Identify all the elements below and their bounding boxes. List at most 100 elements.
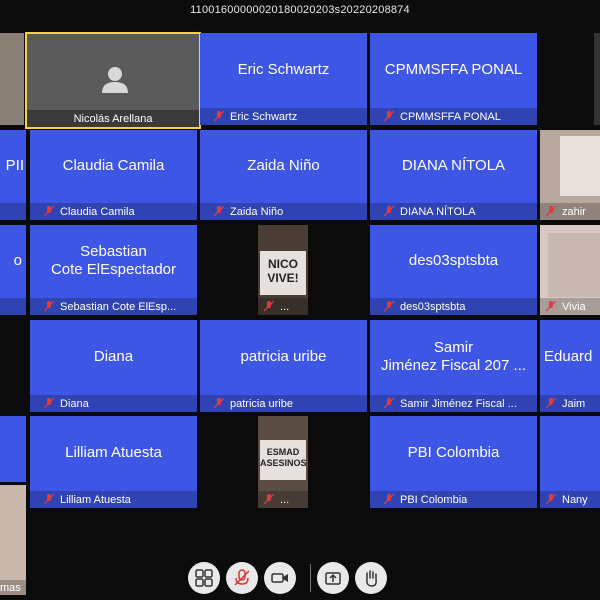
- share-screen-button[interactable]: [317, 562, 349, 594]
- raise-hand-button[interactable]: [355, 562, 387, 594]
- mic-muted-icon: [384, 301, 394, 312]
- participant-label: ...: [280, 493, 290, 506]
- video-tile-sign-esmad[interactable]: ESMAD ASESINOS ...: [258, 416, 308, 508]
- participant-label: PBI Colombia: [400, 493, 468, 506]
- video-tile-nany[interactable]: Nany: [540, 416, 600, 508]
- mic-muted-icon: [384, 206, 394, 217]
- meeting-title: 11001600000020180020203s20220208874: [190, 4, 410, 16]
- gallery-view-button[interactable]: [188, 562, 220, 594]
- participant-label: CPMMSFFA PONAL: [400, 110, 501, 123]
- video-tile-claudia[interactable]: Claudia Camila Claudia Camila: [30, 130, 197, 220]
- video-tile-left-o[interactable]: o: [0, 225, 26, 315]
- participant-name: Samir Jiménez Fiscal 207 ...: [370, 320, 537, 394]
- participant-label: mas: [0, 581, 21, 594]
- video-tile-zahir[interactable]: zahir: [540, 130, 600, 220]
- mic-muted-icon: [546, 206, 556, 217]
- mic-muted-icon: [546, 398, 556, 409]
- mic-muted-icon: [264, 494, 274, 505]
- participant-name: Zaida Niño: [247, 157, 320, 174]
- video-tile-pbi[interactable]: PBI Colombia PBI Colombia: [370, 416, 537, 508]
- mic-muted-icon: [234, 569, 250, 586]
- participant-name: Lilliam Atuesta: [65, 444, 162, 461]
- participant-label: des03sptsbta: [400, 300, 466, 313]
- mic-muted-icon: [214, 206, 224, 217]
- share-screen-icon: [325, 572, 341, 585]
- video-tile-sebastian[interactable]: Sebastian Cote ElEspectador Sebastian Co…: [30, 225, 197, 315]
- participant-label: Sebastian Cote ElEsp...: [60, 300, 177, 313]
- toolbar-divider: [310, 564, 311, 592]
- participant-name: des03sptsbta: [408, 252, 499, 269]
- participant-name: PBI Colombia: [407, 444, 500, 461]
- participant-label: Eric Schwartz: [230, 110, 298, 123]
- video-tile-left-partial[interactable]: [0, 33, 24, 125]
- video-tile-left-pii[interactable]: PII: [0, 130, 26, 220]
- video-tile-zaida[interactable]: Zaida Niño Zaida Niño: [200, 130, 367, 220]
- video-tile-right-partial[interactable]: [594, 33, 600, 125]
- video-tile-cpmm[interactable]: CPMMSFFA PONAL CPMMSFFA PONAL: [370, 33, 537, 125]
- mic-muted-icon: [546, 301, 556, 312]
- mic-muted-icon: [384, 398, 394, 409]
- name-line-2: Jiménez Fiscal 207 ...: [380, 357, 527, 374]
- participant-label: Claudia Camila: [60, 205, 135, 218]
- mic-muted-icon: [214, 398, 224, 409]
- mic-muted-icon: [44, 301, 54, 312]
- mute-button[interactable]: [226, 562, 258, 594]
- video-tile-left-row5[interactable]: [0, 416, 26, 482]
- participant-name: patricia uribe: [240, 348, 327, 365]
- video-tile-des03[interactable]: des03sptsbta des03sptsbta: [370, 225, 537, 315]
- participant-name: Eric Schwartz: [237, 61, 330, 78]
- sign-text: NICO VIVE!: [267, 257, 299, 285]
- sign-text: ESMAD ASESINOS: [260, 447, 307, 468]
- video-camera-icon: [271, 573, 288, 583]
- participant-label: Nicolás Arellana: [73, 112, 153, 125]
- name-line-1: Sebastian: [80, 243, 147, 260]
- participant-label: Lilliam Atuesta: [60, 493, 131, 506]
- mic-muted-icon: [44, 494, 54, 505]
- participant-label: DIANA NÍTOLA: [400, 205, 476, 218]
- participant-label: Zaida Niño: [230, 205, 284, 218]
- video-feed: [560, 136, 600, 196]
- participant-name: CPMMSFFA PONAL: [384, 61, 523, 78]
- participant-label: Jaim: [562, 397, 586, 410]
- video-feed: [548, 233, 600, 297]
- participant-name: PII: [5, 157, 24, 174]
- sign-image: ESMAD ASESINOS: [260, 440, 307, 480]
- mic-muted-icon: [264, 301, 274, 312]
- participant-label: zahir: [562, 205, 586, 218]
- participant-name: Diana: [93, 348, 134, 365]
- participant-label: Vivia: [562, 300, 586, 313]
- meeting-toolbar: [188, 562, 387, 594]
- participant-label: Diana: [60, 397, 89, 410]
- raise-hand-icon: [366, 570, 377, 587]
- video-tile-lilliam[interactable]: Lilliam Atuesta Lilliam Atuesta: [30, 416, 197, 508]
- video-tile-patricia[interactable]: patricia uribe patricia uribe: [200, 320, 367, 412]
- video-tile-diana[interactable]: Diana Diana: [30, 320, 197, 412]
- video-tile-samir[interactable]: Samir Jiménez Fiscal 207 ... Samir Jimén…: [370, 320, 537, 412]
- participant-name: Eduard: [544, 348, 593, 365]
- video-tile-nicolas[interactable]: Nicolás Arellana: [25, 32, 201, 129]
- participant-label: Samir Jiménez Fiscal ...: [400, 397, 517, 410]
- gallery-view-icon: [195, 569, 213, 587]
- video-tile-diana-nitola[interactable]: DIANA NÍTOLA DIANA NÍTOLA: [370, 130, 537, 220]
- video-tile-eric[interactable]: Eric Schwartz Eric Schwartz: [200, 33, 367, 125]
- mic-muted-icon: [384, 111, 394, 122]
- name-line-2: Cote ElEspectador: [50, 261, 177, 278]
- video-tile-vivia[interactable]: Vivia: [540, 225, 600, 315]
- video-tile-eduard[interactable]: Eduard Jaim: [540, 320, 600, 412]
- video-tile-sign-nico[interactable]: NICO VIVE! ...: [258, 225, 308, 315]
- participant-name: Claudia Camila: [62, 157, 165, 174]
- video-tile-left-mas[interactable]: mas: [0, 485, 26, 595]
- mic-muted-icon: [546, 494, 556, 505]
- participant-label: ...: [280, 300, 290, 313]
- mic-muted-icon: [384, 494, 394, 505]
- mic-muted-icon: [44, 206, 54, 217]
- participant-name: Sebastian Cote ElEspectador: [30, 225, 197, 297]
- mic-muted-icon: [44, 398, 54, 409]
- video-button[interactable]: [264, 562, 296, 594]
- participant-label: patricia uribe: [230, 397, 293, 410]
- participant-name: DIANA NÍTOLA: [401, 157, 506, 174]
- avatar: [100, 64, 130, 94]
- participant-name: o: [13, 252, 22, 269]
- participant-label: Nany: [562, 493, 588, 506]
- sign-image: NICO VIVE!: [260, 251, 306, 295]
